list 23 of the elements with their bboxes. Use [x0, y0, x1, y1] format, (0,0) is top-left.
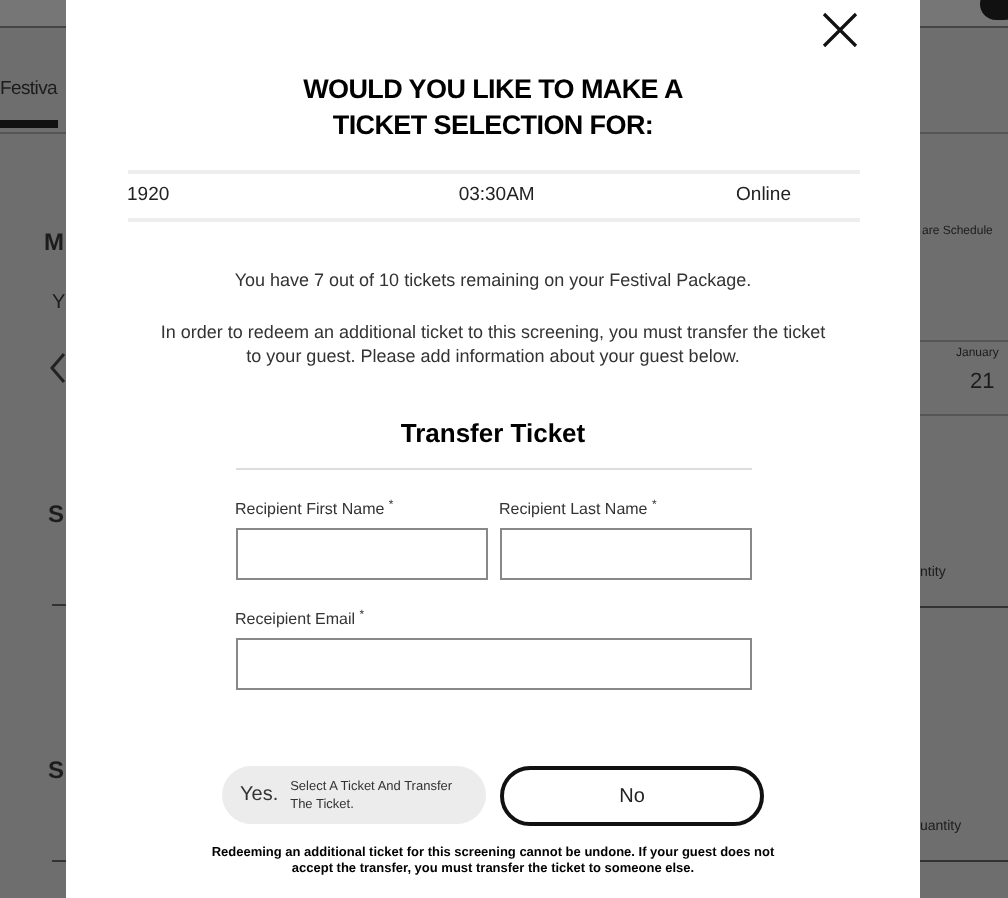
transfer-instructions: In order to redeem an additional ticket to this screening, you must transfer the ticket to your guest. Please add information about your guest below.	[158, 319, 828, 367]
form-title: Transfer Ticket	[400, 415, 586, 451]
field-label: Receipient Email $^{*}$	[235, 608, 367, 632]
page-heading: M	[44, 226, 64, 260]
input-field[interactable]	[235, 638, 751, 690]
date-day[interactable]: 21	[970, 366, 995, 399]
page-text: Y	[52, 290, 66, 318]
close-icon	[822, 12, 858, 48]
close-button[interactable]	[820, 10, 860, 50]
section-heading: S	[48, 754, 65, 788]
input-field[interactable]	[235, 528, 487, 580]
section-heading: S	[48, 498, 65, 532]
tickets-remaining-text: You have 7 out of 10 tickets remaining on your Festival Package.	[234, 268, 752, 294]
no-button[interactable]: No	[500, 766, 764, 826]
chevron-left-icon[interactable]	[48, 352, 68, 384]
field-label: Recipient Last Name $^{*}$	[499, 498, 659, 522]
screening-venue: Online	[736, 181, 791, 210]
tab[interactable]: Festiva	[0, 76, 58, 129]
input-field[interactable]	[499, 528, 751, 580]
field-label: Recipient First Name $^{*}$	[235, 498, 396, 522]
screening-time: 03:30AM	[458, 181, 535, 210]
film-title: 1920	[127, 181, 170, 210]
dialog-title: WOULD YOU LIKE TO MAKE A TICKET SELECTION FOR:	[301, 72, 685, 144]
